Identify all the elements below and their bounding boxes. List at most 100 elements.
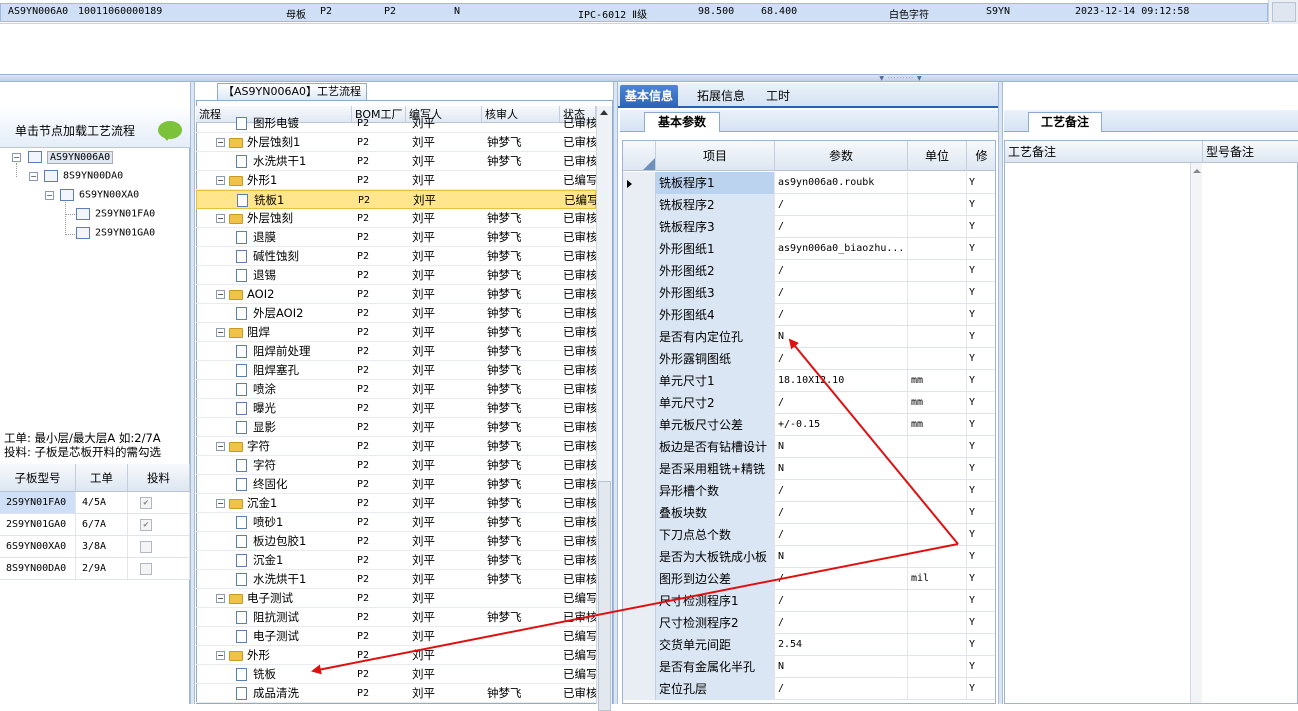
param-unit[interactable] bbox=[908, 458, 967, 480]
col-header[interactable]: 投料 bbox=[128, 464, 190, 491]
param-row[interactable]: 单元板尺寸公差 +/-0.15 mm Y bbox=[623, 414, 995, 436]
param-value[interactable]: N bbox=[775, 326, 908, 348]
param-unit[interactable] bbox=[908, 678, 967, 700]
process-row[interactable]: − 阻焊 P2 刘平 钟梦飞 已审核 bbox=[196, 323, 596, 342]
splitter-grip-icon[interactable]: ▼ ········· ▼ bbox=[872, 76, 930, 82]
param-value[interactable]: / bbox=[775, 480, 908, 502]
collapse-icon[interactable]: − bbox=[29, 172, 38, 181]
param-unit[interactable] bbox=[908, 194, 967, 216]
process-row[interactable]: 外层AOI2 P2 刘平 钟梦飞 已审核 bbox=[196, 304, 596, 323]
process-row[interactable]: 喷砂1 P2 刘平 钟梦飞 已审核 bbox=[196, 513, 596, 532]
tree-node[interactable]: 6S9YN00XA0 bbox=[60, 189, 139, 201]
remark-scrollbar[interactable] bbox=[1190, 163, 1202, 703]
param-value[interactable]: / bbox=[775, 194, 908, 216]
param-unit[interactable] bbox=[908, 282, 967, 304]
feed-checkbox[interactable]: ✔ bbox=[140, 497, 152, 509]
param-value[interactable]: / bbox=[775, 502, 908, 524]
feed-checkbox[interactable]: ✔ bbox=[140, 519, 152, 531]
param-row[interactable]: 单元尺寸2/mm Y bbox=[623, 392, 995, 414]
tree-node[interactable]: 2S9YN01FA0 bbox=[76, 208, 155, 220]
param-unit[interactable] bbox=[908, 216, 967, 238]
scroll-up-icon[interactable] bbox=[1193, 169, 1201, 173]
col-header[interactable]: 工艺备注 bbox=[1005, 141, 1203, 163]
tab-extended-info[interactable]: 拓展信息 bbox=[692, 85, 750, 108]
order-cell[interactable]: 4/5A bbox=[76, 492, 128, 513]
order-cell[interactable]: 6/7A bbox=[76, 514, 128, 535]
param-value[interactable]: N bbox=[775, 656, 908, 678]
param-unit[interactable] bbox=[908, 238, 967, 260]
process-row[interactable]: 阻焊塞孔 P2 刘平 钟梦飞 已审核 bbox=[196, 361, 596, 380]
param-unit[interactable]: mm bbox=[908, 392, 967, 414]
param-value[interactable]: / bbox=[775, 590, 908, 612]
param-unit[interactable] bbox=[908, 326, 967, 348]
param-value[interactable]: / bbox=[775, 678, 908, 700]
param-value[interactable]: / bbox=[775, 216, 908, 238]
scroll-up-icon[interactable] bbox=[600, 110, 608, 115]
param-value[interactable]: as9yn006a0.roubk bbox=[775, 172, 908, 194]
process-row[interactable]: 板边包胶1 P2 刘平 钟梦飞 已审核 bbox=[196, 532, 596, 551]
process-row[interactable]: 阻抗测试 P2 刘平 钟梦飞 已审核 bbox=[196, 608, 596, 627]
process-row[interactable]: 字符 P2 刘平 钟梦飞 已审核 bbox=[196, 456, 596, 475]
param-row[interactable]: 下刀点总个数 / Y bbox=[623, 524, 995, 546]
param-unit[interactable] bbox=[908, 524, 967, 546]
param-row[interactable]: 交货单元间距 2.54 Y bbox=[623, 634, 995, 656]
param-row[interactable]: 异形槽个数 / Y bbox=[623, 480, 995, 502]
param-value[interactable]: N bbox=[775, 458, 908, 480]
horizontal-splitter[interactable]: ▼ ········· ▼ bbox=[0, 74, 1298, 82]
param-row[interactable]: 单元尺寸1 18.10X12.10 mm Y bbox=[623, 370, 995, 392]
param-value[interactable]: N bbox=[775, 436, 908, 458]
param-row[interactable]: 尺寸检测程序2/ Y bbox=[623, 612, 995, 634]
top-grid-row[interactable]: AS9YN006A0 10011060000189 母板 P2 P2 N IPC… bbox=[0, 0, 1298, 24]
param-row[interactable]: 定位孔层 / Y bbox=[623, 678, 995, 700]
tree-node[interactable]: AS9YN006A0 bbox=[28, 150, 114, 164]
param-value[interactable]: 2.54 bbox=[775, 634, 908, 656]
col-header[interactable]: 项目 bbox=[656, 141, 775, 171]
feed-checkbox[interactable] bbox=[140, 563, 152, 575]
param-row[interactable]: 是否有金属化半孔 N Y bbox=[623, 656, 995, 678]
param-unit[interactable] bbox=[908, 480, 967, 502]
collapse-icon[interactable]: − bbox=[216, 442, 225, 451]
param-row[interactable]: 外形图纸3/ Y bbox=[623, 282, 995, 304]
process-row[interactable]: 铣板1 P2 刘平 已编写 bbox=[196, 190, 596, 209]
process-row[interactable]: − AOI2 P2 刘平 钟梦飞 已审核 bbox=[196, 285, 596, 304]
param-value[interactable]: N bbox=[775, 546, 908, 568]
collapse-icon[interactable]: − bbox=[216, 290, 225, 299]
col-header[interactable]: 子板型号 bbox=[0, 464, 76, 491]
process-row[interactable]: − 外形 P2 刘平 已编写 bbox=[196, 646, 596, 665]
param-unit[interactable] bbox=[908, 546, 967, 568]
param-value[interactable]: 18.10X12.10 bbox=[775, 370, 908, 392]
feed-checkbox[interactable] bbox=[140, 541, 152, 553]
order-cell[interactable]: 2/9A bbox=[76, 558, 128, 579]
param-value[interactable]: / bbox=[775, 524, 908, 546]
process-scrollbar[interactable] bbox=[596, 106, 612, 711]
process-row[interactable]: 沉金1 P2 刘平 钟梦飞 已审核 bbox=[196, 551, 596, 570]
collapse-icon[interactable]: − bbox=[216, 594, 225, 603]
process-row[interactable]: 曝光 P2 刘平 钟梦飞 已审核 bbox=[196, 399, 596, 418]
process-row[interactable]: − 沉金1 P2 刘平 钟梦飞 已审核 bbox=[196, 494, 596, 513]
col-header[interactable]: 修 bbox=[967, 141, 995, 171]
collapse-icon[interactable]: − bbox=[216, 499, 225, 508]
table-row[interactable]: 2S9YN01GA0 6/7A ✔ bbox=[0, 514, 190, 536]
param-unit[interactable] bbox=[908, 348, 967, 370]
collapse-icon[interactable]: − bbox=[216, 651, 225, 660]
table-row[interactable]: 2S9YN01FA0 4/5A ✔ bbox=[0, 492, 190, 514]
param-row[interactable]: 叠板块数 / Y bbox=[623, 502, 995, 524]
param-unit[interactable]: mil bbox=[908, 568, 967, 590]
process-row[interactable]: 阻焊前处理 P2 刘平 钟梦飞 已审核 bbox=[196, 342, 596, 361]
param-unit[interactable] bbox=[908, 502, 967, 524]
process-row[interactable]: − 外层蚀刻 P2 刘平 钟梦飞 已审核 bbox=[196, 209, 596, 228]
process-row[interactable]: 图形电镀 P2 刘平 已审核 bbox=[196, 114, 596, 133]
process-row[interactable]: − 字符 P2 刘平 钟梦飞 已审核 bbox=[196, 437, 596, 456]
collapse-icon[interactable]: − bbox=[45, 191, 54, 200]
col-header[interactable]: 单位 bbox=[908, 141, 967, 171]
param-value[interactable]: / bbox=[775, 304, 908, 326]
param-unit[interactable] bbox=[908, 172, 967, 194]
tab-basic-params[interactable]: 基本参数 bbox=[644, 112, 720, 132]
param-value[interactable]: / bbox=[775, 568, 908, 590]
param-row[interactable]: 铣板程序3/ Y bbox=[623, 216, 995, 238]
param-value[interactable]: / bbox=[775, 348, 908, 370]
order-cell[interactable]: 3/8A bbox=[76, 536, 128, 557]
process-row[interactable]: 显影 P2 刘平 钟梦飞 已审核 bbox=[196, 418, 596, 437]
param-value[interactable]: / bbox=[775, 282, 908, 304]
param-value[interactable]: +/-0.15 bbox=[775, 414, 908, 436]
